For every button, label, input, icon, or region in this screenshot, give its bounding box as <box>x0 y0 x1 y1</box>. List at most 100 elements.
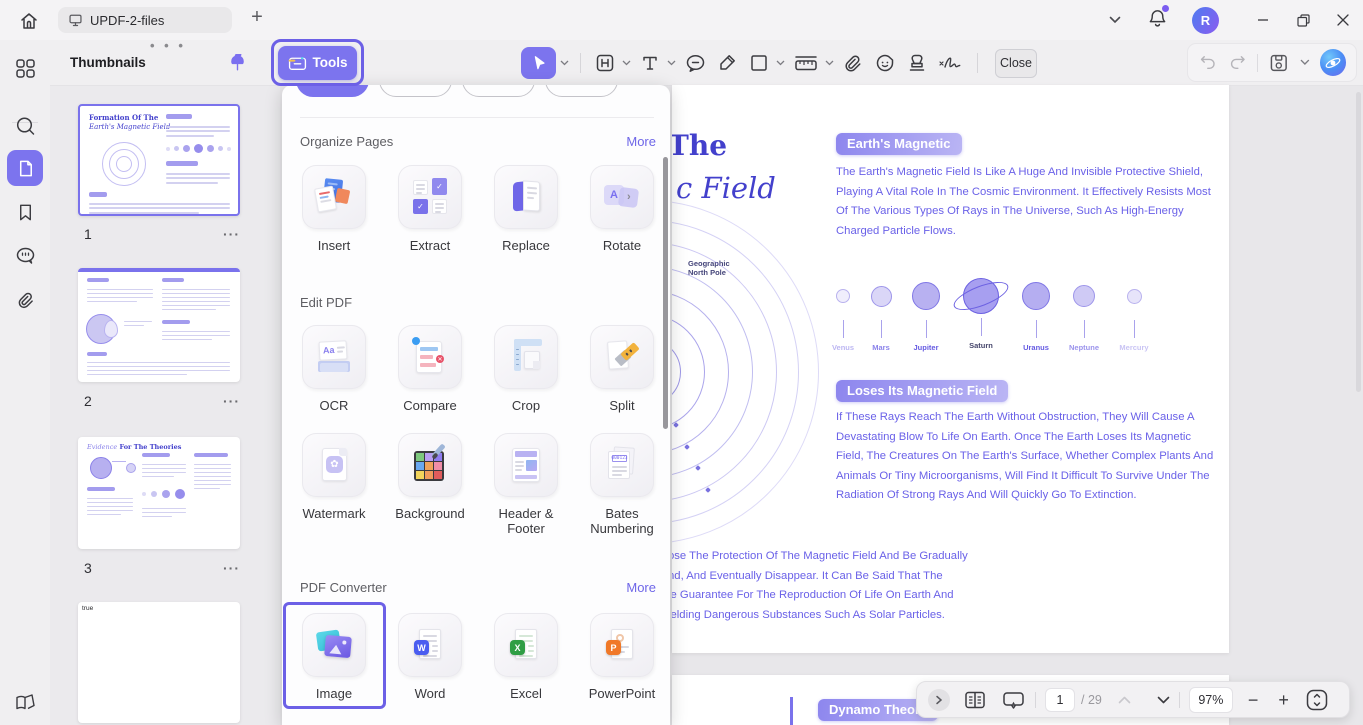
word-convert-icon: W <box>410 625 450 665</box>
page-view-button[interactable] <box>963 689 987 711</box>
undo-button[interactable] <box>1198 54 1218 72</box>
file-actions-group <box>1187 43 1357 82</box>
panel-resize-handle[interactable]: • • • <box>150 38 186 53</box>
tool-bates-numbering[interactable]: 000123 Bates Numbering <box>578 433 666 536</box>
pdf-page-1[interactable]: The c Field Geographic North Pole Earth'… <box>672 85 1229 653</box>
reader-mode-button[interactable] <box>7 685 43 721</box>
comments-panel-button[interactable] <box>7 238 43 274</box>
titlebar: UPDF-2-files + R <box>0 0 1363 40</box>
avatar[interactable]: R <box>1192 7 1219 34</box>
text-tool-button[interactable] <box>637 48 663 78</box>
minimize-button[interactable] <box>1243 0 1283 40</box>
signature-tool-button[interactable] <box>936 48 966 78</box>
select-tool-chevron[interactable] <box>560 60 569 66</box>
expand-statusbar-button[interactable] <box>928 689 950 711</box>
tools-tab-1[interactable] <box>296 85 369 97</box>
restore-button[interactable] <box>1283 0 1323 40</box>
document-scrollbar[interactable] <box>1356 92 1361 392</box>
document-tab[interactable]: UPDF-2-files <box>58 7 232 33</box>
converter-more-link[interactable]: More <box>626 580 656 595</box>
tools-panel-scrollbar[interactable] <box>663 157 668 429</box>
tool-replace[interactable]: Replace <box>482 165 570 253</box>
fit-page-button[interactable] <box>1305 688 1329 712</box>
replace-pages-icon <box>506 177 546 217</box>
home-button[interactable] <box>16 8 42 34</box>
tool-background[interactable]: Background <box>386 433 474 536</box>
tool-insert[interactable]: Insert <box>290 165 378 253</box>
heading-tool-button[interactable] <box>592 48 618 78</box>
ai-assistant-button[interactable] <box>1320 49 1346 76</box>
tool-extract[interactable]: ✓ ✓ Extract <box>386 165 474 253</box>
crop-icon <box>506 337 546 377</box>
tools-folder-icon <box>288 55 307 71</box>
page-menu-button[interactable]: ··· <box>223 560 240 576</box>
tool-convert-powerpoint[interactable]: P PowerPoint <box>578 613 666 701</box>
shape-tool-button[interactable] <box>746 48 772 78</box>
previous-page-button[interactable] <box>1118 696 1131 704</box>
page-menu-button[interactable]: ··· <box>223 393 240 409</box>
tool-header-footer[interactable]: Header & Footer <box>482 433 570 536</box>
main-toolbar: • • • Thumbnails Tools <box>0 40 1363 86</box>
measure-tool-chevron[interactable] <box>825 60 834 66</box>
pin-panel-button[interactable] <box>228 52 247 77</box>
shape-tool-chevron[interactable] <box>776 60 785 66</box>
sticker-tool-button[interactable] <box>872 48 898 78</box>
tools-tab-3[interactable] <box>462 85 535 97</box>
measure-tool-button[interactable] <box>791 48 821 78</box>
redo-button[interactable] <box>1228 54 1248 72</box>
thumbnail-page-3[interactable]: Evidence For The Theories <box>78 437 240 549</box>
page-number: 2 <box>84 393 92 409</box>
page-menu-button[interactable]: ··· <box>223 226 240 242</box>
next-page-button[interactable] <box>1157 696 1170 704</box>
app-grid-button[interactable] <box>7 50 43 86</box>
thumbnail-row-1: 1 ··· <box>84 226 240 242</box>
thumbnails-panel-button[interactable] <box>7 150 43 186</box>
new-tab-button[interactable]: + <box>246 6 268 29</box>
presentation-button[interactable] <box>1001 689 1026 711</box>
tool-convert-excel[interactable]: X Excel <box>482 613 570 701</box>
text-tool-chevron[interactable] <box>667 60 676 66</box>
zoom-out-button[interactable]: − <box>1248 695 1259 705</box>
tools-tab-2[interactable] <box>379 85 452 97</box>
grid-icon <box>14 57 37 80</box>
page-total-label: / 29 <box>1081 693 1102 707</box>
close-window-button[interactable] <box>1323 0 1363 40</box>
bookmarks-panel-button[interactable] <box>7 194 43 230</box>
thumbnail-page-2[interactable] <box>78 268 240 382</box>
ai-icon <box>1323 53 1343 73</box>
tools-tab-4[interactable] <box>545 85 618 97</box>
header-footer-icon <box>506 445 546 485</box>
thumbnail-page-1[interactable]: Formation Of The Earth's Magnetic Field <box>78 104 240 216</box>
heading-tool-chevron[interactable] <box>622 60 631 66</box>
notifications-button[interactable] <box>1147 7 1168 34</box>
truncated-paragraph: ose The Protection Of The Magnetic Field… <box>672 547 968 625</box>
select-tool-button[interactable] <box>521 47 556 79</box>
attach-tool-button[interactable] <box>840 48 866 78</box>
planet-jupiter: Jupiter <box>904 278 948 352</box>
chevron-down-icon[interactable] <box>1109 16 1121 24</box>
section-edit-pdf: Edit PDF <box>300 295 656 310</box>
thumbnail-page-4[interactable]: true <box>78 602 240 723</box>
highlighter-tool-button[interactable] <box>714 48 740 78</box>
close-toolbar-button[interactable]: Close <box>995 49 1037 78</box>
tool-rotate[interactable]: A › Rotate <box>578 165 666 253</box>
tool-split[interactable]: Split <box>578 325 666 413</box>
tool-crop[interactable]: Crop <box>482 325 570 413</box>
tool-watermark[interactable]: ✿ Watermark <box>290 433 378 536</box>
thumbnail-row-2: 2 ··· <box>84 393 240 409</box>
attachments-panel-button[interactable] <box>7 282 43 318</box>
tool-ocr[interactable]: Aa OCR <box>290 325 378 413</box>
save-options-chevron[interactable] <box>1300 59 1310 66</box>
tool-convert-word[interactable]: W Word <box>386 613 474 701</box>
tool-compare[interactable]: ✕ Compare <box>386 325 474 413</box>
organize-more-link[interactable]: More <box>626 134 656 149</box>
page-icon <box>15 158 36 179</box>
stamp-tool-button[interactable] <box>904 48 930 78</box>
search-panel-button[interactable] <box>7 108 43 144</box>
comment-tool-button[interactable] <box>682 48 708 78</box>
tools-button[interactable]: Tools <box>278 46 357 80</box>
zoom-in-button[interactable]: + <box>1278 695 1289 705</box>
page-number-input[interactable]: 1 <box>1045 688 1075 712</box>
zoom-level-input[interactable]: 97% <box>1189 687 1233 713</box>
save-button[interactable] <box>1268 52 1290 74</box>
